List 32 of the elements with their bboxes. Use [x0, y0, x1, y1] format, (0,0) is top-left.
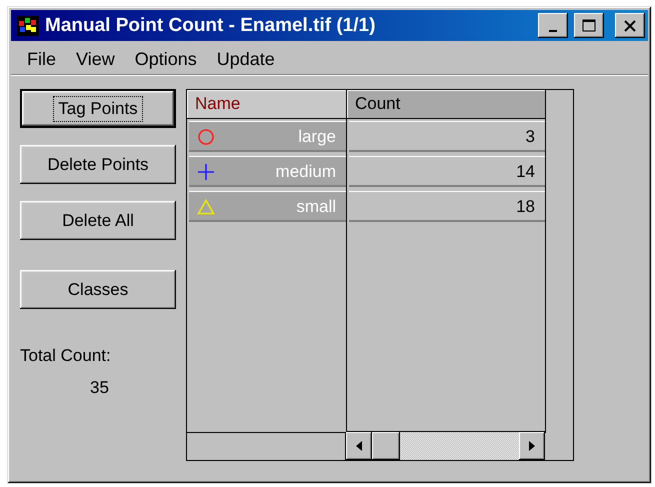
action-button[interactable]: Delete Points — [20, 145, 176, 184]
menu-item[interactable]: Options — [124, 48, 207, 70]
minimize-icon — [549, 30, 557, 32]
action-button[interactable]: Classes — [20, 270, 176, 309]
horizontal-scrollbar[interactable] — [346, 431, 545, 460]
action-button[interactable]: Delete All — [20, 201, 176, 240]
count-cell: 14 — [349, 156, 545, 187]
maximize-icon — [582, 19, 596, 32]
class-name: small — [296, 196, 336, 216]
close-icon — [623, 20, 637, 32]
action-button[interactable]: Tag Points — [20, 89, 176, 128]
minimize-button[interactable] — [538, 13, 568, 38]
total-count-value: 35 — [90, 378, 110, 398]
maximize-button[interactable] — [574, 13, 604, 38]
right-arrow-icon — [529, 441, 535, 451]
class-name: large — [298, 126, 336, 146]
window-title: Manual Point Count - Enamel.tif (1/1) — [45, 14, 376, 36]
scroll-left-button[interactable] — [346, 432, 372, 460]
column-header[interactable]: Count — [347, 90, 545, 119]
scroll-right-button[interactable] — [519, 432, 545, 460]
class-name: medium — [276, 162, 336, 182]
close-button[interactable] — [615, 13, 645, 38]
count-cell: 18 — [349, 191, 545, 222]
left-arrow-icon — [356, 441, 362, 451]
count-cell: 3 — [349, 121, 545, 152]
total-count-label: Total Count: — [20, 346, 112, 366]
menu-item[interactable]: View — [66, 48, 125, 70]
scroll-thumb[interactable] — [372, 432, 400, 460]
menu-item[interactable]: Update — [206, 48, 285, 70]
menu-item[interactable]: File — [17, 48, 66, 70]
column-header[interactable]: Name — [187, 90, 346, 119]
app-icon — [17, 16, 39, 36]
